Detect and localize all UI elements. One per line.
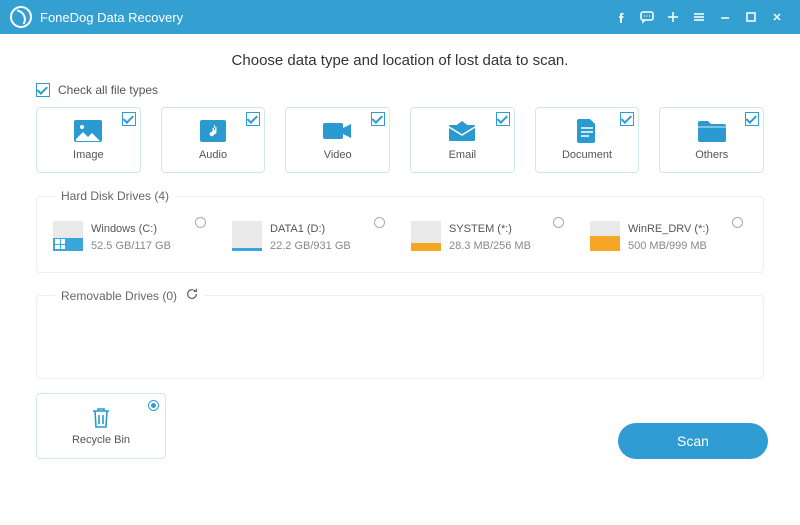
type-image[interactable]: Image xyxy=(36,107,141,173)
drive-icon xyxy=(53,221,83,251)
folder-icon xyxy=(697,119,727,143)
video-icon xyxy=(323,119,353,143)
checkbox-icon xyxy=(36,83,50,97)
email-icon xyxy=(447,119,477,143)
app-logo-icon xyxy=(10,6,32,28)
feedback-button[interactable] xyxy=(634,0,660,34)
drive-name: Windows (C:) xyxy=(91,221,171,238)
removable-legend: Removable Drives (0) xyxy=(61,289,177,303)
drive-icon xyxy=(411,221,441,251)
drive-item[interactable]: Windows (C:)52.5 GB/117 GB xyxy=(51,217,212,258)
type-email[interactable]: Email xyxy=(410,107,515,173)
audio-icon xyxy=(198,119,228,143)
add-button[interactable] xyxy=(660,0,686,34)
refresh-button[interactable] xyxy=(185,287,199,304)
hard-disk-legend: Hard Disk Drives (4) xyxy=(55,189,175,203)
check-all-label: Check all file types xyxy=(58,83,158,97)
drive-name: WinRE_DRV (*:) xyxy=(628,221,709,238)
drive-size: 28.3 MB/256 MB xyxy=(449,238,531,255)
type-label: Email xyxy=(449,149,477,161)
type-audio[interactable]: Audio xyxy=(161,107,266,173)
radio-icon xyxy=(732,217,743,228)
type-video[interactable]: Video xyxy=(285,107,390,173)
menu-button[interactable] xyxy=(686,0,712,34)
close-button[interactable] xyxy=(764,0,790,34)
type-others[interactable]: Others xyxy=(659,107,764,173)
titlebar: FoneDog Data Recovery xyxy=(0,0,800,34)
app-title: FoneDog Data Recovery xyxy=(40,10,183,25)
drive-name: DATA1 (D:) xyxy=(270,221,351,238)
removable-drives-section: Removable Drives (0) xyxy=(36,287,764,379)
hard-disk-drives-section: Hard Disk Drives (4) Windows (C:)52.5 GB… xyxy=(36,189,764,273)
radio-icon xyxy=(195,217,206,228)
page-headline: Choose data type and location of lost da… xyxy=(36,52,764,69)
recycle-label: Recycle Bin xyxy=(72,434,130,446)
drive-item[interactable]: SYSTEM (*:)28.3 MB/256 MB xyxy=(409,217,570,258)
document-icon xyxy=(572,119,602,143)
drive-size: 22.2 GB/931 GB xyxy=(270,238,351,255)
type-label: Audio xyxy=(199,149,227,161)
minimize-button[interactable] xyxy=(712,0,738,34)
radio-icon xyxy=(553,217,564,228)
drive-icon xyxy=(232,221,262,251)
type-label: Image xyxy=(73,149,104,161)
check-all-file-types[interactable]: Check all file types xyxy=(36,83,764,97)
type-label: Document xyxy=(562,149,612,161)
drive-size: 52.5 GB/117 GB xyxy=(91,238,171,255)
checkbox-icon xyxy=(371,112,385,126)
type-document[interactable]: Document xyxy=(535,107,640,173)
drive-item[interactable]: DATA1 (D:)22.2 GB/931 GB xyxy=(230,217,391,258)
checkbox-icon xyxy=(745,112,759,126)
drive-size: 500 MB/999 MB xyxy=(628,238,709,255)
recycle-bin-card[interactable]: Recycle Bin xyxy=(36,393,166,459)
checkbox-icon xyxy=(246,112,260,126)
drive-name: SYSTEM (*:) xyxy=(449,221,531,238)
type-label: Video xyxy=(324,149,352,161)
file-type-row: Image Audio Video Email Document Others xyxy=(36,107,764,173)
checkbox-icon xyxy=(496,112,510,126)
maximize-button[interactable] xyxy=(738,0,764,34)
drive-item[interactable]: WinRE_DRV (*:)500 MB/999 MB xyxy=(588,217,749,258)
trash-icon xyxy=(90,406,112,430)
radio-icon xyxy=(148,400,159,411)
drive-icon xyxy=(590,221,620,251)
radio-icon xyxy=(374,217,385,228)
checkbox-icon xyxy=(620,112,634,126)
checkbox-icon xyxy=(122,112,136,126)
facebook-button[interactable] xyxy=(608,0,634,34)
type-label: Others xyxy=(695,149,728,161)
image-icon xyxy=(73,119,103,143)
scan-button[interactable]: Scan xyxy=(618,423,768,459)
